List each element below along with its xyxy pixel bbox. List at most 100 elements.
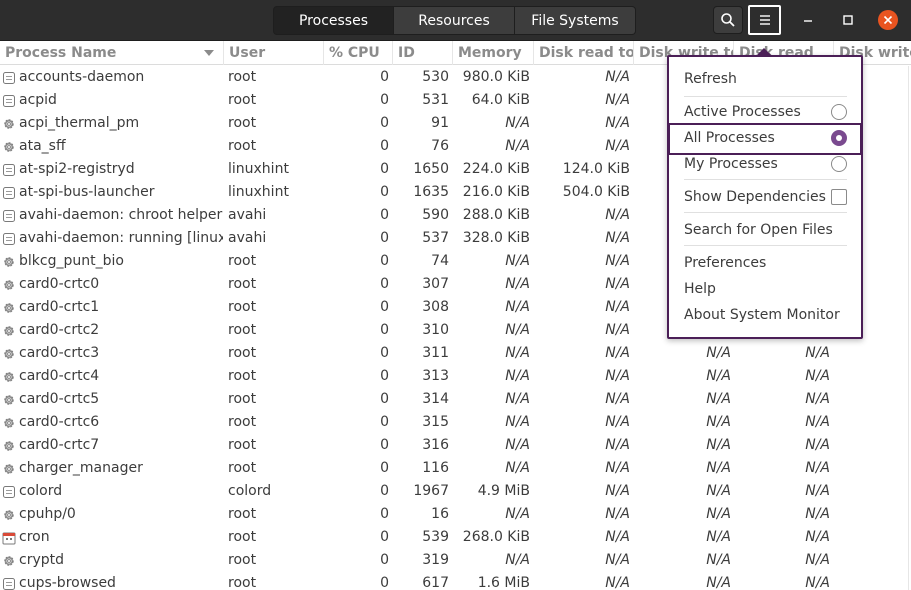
application-icon: [2, 185, 18, 201]
menu-item-label: Refresh: [684, 71, 737, 87]
search-button[interactable]: [713, 6, 743, 34]
cell-id: 530: [422, 69, 449, 85]
tab-resources[interactable]: Resources: [394, 6, 515, 35]
gear-icon: [2, 346, 18, 362]
cell-user: root: [228, 460, 257, 476]
tab-processes[interactable]: Processes: [273, 6, 394, 35]
cell-id: 76: [431, 138, 449, 154]
menu-item-search-open-files[interactable]: Search for Open Files: [684, 219, 849, 241]
application-icon: [2, 576, 18, 590]
cell-user: root: [228, 414, 257, 430]
cell-user: root: [228, 506, 257, 522]
cell-cpu: 0: [380, 368, 389, 384]
column-header-id[interactable]: ID: [393, 41, 453, 65]
menu-item-about[interactable]: About System Monitor: [684, 304, 849, 326]
cell-mem: 216.0 KiB: [462, 184, 530, 200]
table-row[interactable]: colord colord 0 1967 4.9 MiB N/A N/A N/A: [0, 480, 911, 503]
menu-item-active-processes[interactable]: Active Processes: [684, 101, 849, 123]
cell-user: root: [228, 345, 257, 361]
cell-dw: N/A: [706, 391, 731, 407]
cell-dr: N/A: [605, 115, 630, 131]
close-icon: [883, 15, 893, 25]
cell-id: 310: [422, 322, 449, 338]
selection-highlight-frame: [668, 123, 862, 155]
gear-icon: [2, 392, 18, 408]
cell-dr: 504.0 KiB: [562, 184, 630, 200]
cell-mem: N/A: [505, 437, 530, 453]
table-row[interactable]: cryptd root 0 319 N/A N/A N/A N/A: [0, 549, 911, 572]
table-row[interactable]: cups-browsed root 0 617 1.6 MiB N/A N/A N/A: [0, 572, 911, 590]
menu-item-preferences[interactable]: Preferences: [684, 252, 849, 274]
column-header-cpu[interactable]: % CPU: [324, 41, 393, 65]
table-row[interactable]: card0-crtc5 root 0 314 N/A N/A N/A N/A: [0, 388, 911, 411]
cell-name: cron: [19, 529, 50, 545]
gear-icon: [2, 415, 18, 431]
cell-id: 531: [422, 92, 449, 108]
column-header-memory[interactable]: Memory: [453, 41, 534, 65]
cell-dr: N/A: [605, 368, 630, 384]
cell-mem: N/A: [505, 253, 530, 269]
cell-cpu: 0: [380, 483, 389, 499]
cell-mem: N/A: [505, 460, 530, 476]
cell-mem: N/A: [505, 138, 530, 154]
cell-mem: N/A: [505, 345, 530, 361]
cell-name: ata_sff: [19, 138, 66, 154]
cell-dr2: N/A: [805, 391, 830, 407]
table-row[interactable]: card0-crtc4 root 0 313 N/A N/A N/A N/A: [0, 365, 911, 388]
column-header-label: User: [229, 45, 266, 61]
tab-file-systems[interactable]: File Systems: [515, 6, 636, 35]
cell-id: 307: [422, 276, 449, 292]
cell-dw: N/A: [706, 368, 731, 384]
cell-user: linuxhint: [228, 184, 289, 200]
menu-item-my-processes[interactable]: My Processes: [684, 153, 849, 175]
cell-id: 1650: [413, 161, 449, 177]
show-dependencies-checkbox[interactable]: [831, 189, 847, 205]
gear-icon: [2, 323, 18, 339]
table-row[interactable]: card0-crtc6 root 0 315 N/A N/A N/A N/A: [0, 411, 911, 434]
cell-dr: N/A: [605, 207, 630, 223]
column-header-user[interactable]: User: [224, 41, 324, 65]
cell-user: root: [228, 276, 257, 292]
close-button[interactable]: [878, 10, 898, 30]
table-row[interactable]: cron root 0 539 268.0 KiB N/A N/A N/A: [0, 526, 911, 549]
menu-separator: [684, 96, 847, 97]
cell-dr2: N/A: [805, 414, 830, 430]
cell-dr: N/A: [605, 483, 630, 499]
cell-mem: 268.0 KiB: [462, 529, 530, 545]
menu-item-show-dependencies[interactable]: Show Dependencies: [684, 186, 849, 208]
menu-separator: [684, 212, 847, 213]
application-icon: [2, 208, 18, 224]
cell-mem: 224.0 KiB: [462, 161, 530, 177]
cell-dr2: N/A: [805, 345, 830, 361]
minimize-button[interactable]: [798, 10, 818, 30]
menu-item-label: Show Dependencies: [684, 189, 826, 205]
table-row[interactable]: cpuhp/0 root 0 16 N/A N/A N/A N/A: [0, 503, 911, 526]
cell-dr2: N/A: [805, 437, 830, 453]
table-row[interactable]: card0-crtc7 root 0 316 N/A N/A N/A N/A: [0, 434, 911, 457]
cell-dw2: [835, 526, 911, 549]
cell-id: 315: [422, 414, 449, 430]
maximize-button[interactable]: [838, 10, 858, 30]
table-row[interactable]: card0-crtc3 root 0 311 N/A N/A N/A N/A: [0, 342, 911, 365]
table-row[interactable]: charger_manager root 0 116 N/A N/A N/A N/A: [0, 457, 911, 480]
menu-item-refresh[interactable]: Refresh: [684, 68, 849, 90]
cell-name: acpi_thermal_pm: [19, 115, 140, 131]
application-icon: [2, 231, 18, 247]
menu-item-label: Preferences: [684, 255, 767, 271]
active-processes-radio[interactable]: [831, 104, 847, 120]
cell-dr: N/A: [605, 230, 630, 246]
column-header-disk-read-total[interactable]: Disk read tota: [534, 41, 634, 65]
column-header-label: Memory: [458, 45, 522, 61]
cell-dr2: N/A: [805, 529, 830, 545]
menu-item-help[interactable]: Help: [684, 278, 849, 300]
sort-descending-icon: [204, 50, 214, 56]
main-menu-button[interactable]: [748, 5, 781, 35]
cell-dw2: [835, 549, 911, 572]
column-header-process-name[interactable]: Process Name: [0, 41, 224, 65]
cell-dw2: [835, 572, 911, 590]
cell-name: cpuhp/0: [19, 506, 76, 522]
my-processes-radio[interactable]: [831, 156, 847, 172]
menu-separator: [684, 179, 847, 180]
cell-id: 308: [422, 299, 449, 315]
cell-user: root: [228, 69, 257, 85]
